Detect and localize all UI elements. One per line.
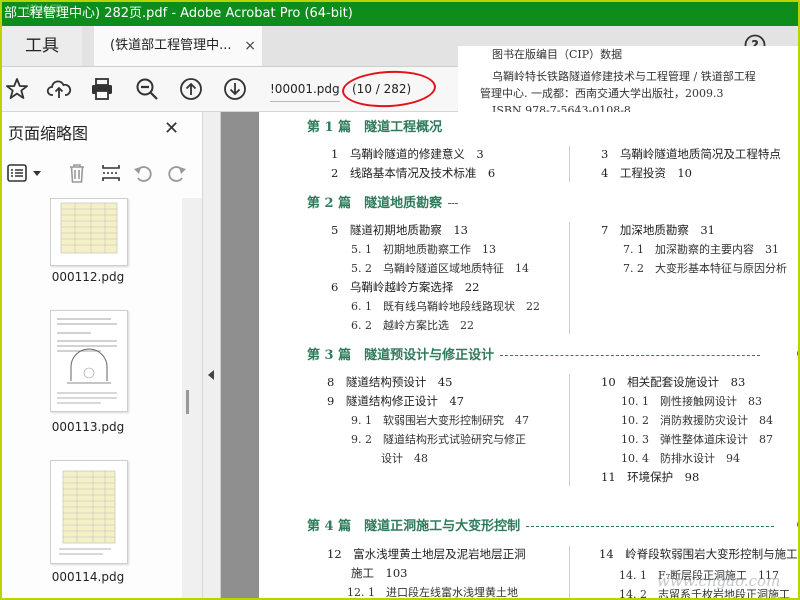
- toc-item[interactable]: 8 隧道结构预设计 45: [327, 374, 452, 390]
- toc-item[interactable]: 3 乌鞘岭隧道地质简况及工程特点: [601, 146, 781, 162]
- cloud-upload-icon[interactable]: [46, 76, 72, 102]
- toc-item[interactable]: 6. 1 既有线乌鞘岭地段线路现状 22: [351, 298, 540, 314]
- document-tab[interactable]: (铁道部工程管理中... ×: [94, 26, 262, 66]
- thumbnail-list: 000112.pdg 000113.pdg 000114.pdg: [2, 198, 182, 598]
- toc-item[interactable]: 10. 1 刚性接触网设计 83: [621, 393, 762, 409]
- thumbnail-scrollbar[interactable]: [182, 198, 202, 598]
- toc-item[interactable]: 10. 4 防排水设计 94: [621, 450, 740, 466]
- close-icon[interactable]: ×: [244, 26, 256, 66]
- column-divider: [569, 546, 570, 598]
- toc-item[interactable]: 6 乌鞘岭越岭方案选择 22: [331, 279, 479, 295]
- toc-item[interactable]: 9 隧道结构修正设计 47: [327, 393, 464, 409]
- highlight-ellipse: [341, 68, 437, 110]
- toc-item[interactable]: 9. 1 软弱围岩大变形控制研究 47: [351, 412, 529, 428]
- toc-item[interactable]: 9. 2 隧道结构形式试验研究与修正: [351, 431, 526, 447]
- toc-item[interactable]: 10. 3 弹性整体道床设计 87: [621, 431, 773, 447]
- panel-title: 页面缩略图: [8, 124, 89, 143]
- document-tab-label: (铁道部工程管理中...: [110, 38, 232, 53]
- toc-item[interactable]: 7. 1 加深勘察的主要内容 31: [623, 241, 779, 257]
- toc-item[interactable]: 6. 2 越岭方案比选 22: [351, 317, 474, 333]
- rotate-left-icon[interactable]: [132, 162, 154, 184]
- watermark-bottom: www.cngao.com: [657, 572, 781, 590]
- toc-item[interactable]: 5. 1 初期地质勘察工作 13: [351, 241, 496, 257]
- options-menu-icon[interactable]: [6, 162, 46, 184]
- app-window: 部工程管理中心) 282页.pdf - Adobe Acrobat Pro (6…: [0, 0, 800, 600]
- column-divider: [569, 374, 570, 486]
- cip-line1: 乌鞘岭特长铁路隧道修建技术与工程管理 / 铁道部工程: [492, 70, 756, 83]
- watermark-top: 道林网: [24, 3, 61, 17]
- page-name-field[interactable]: !00001.pdg: [270, 77, 340, 102]
- thumbnail-label: 000113.pdg: [51, 420, 125, 434]
- toc-item[interactable]: 10 相关配套设施设计 83: [601, 374, 745, 390]
- thumbnail-page-113[interactable]: [50, 310, 128, 412]
- title-bar: 部工程管理中心) 282页.pdf - Adobe Acrobat Pro (6…: [2, 2, 798, 26]
- column-divider: [569, 222, 570, 334]
- thumbnail-page-114[interactable]: [50, 460, 128, 564]
- toc-part-2: 第 2 篇 隧道地质勘察: [307, 192, 459, 211]
- page-down-icon[interactable]: [222, 76, 248, 102]
- toc-item[interactable]: 14 岭脊段软弱围岩大变形控制与施工: [599, 546, 798, 562]
- rotate-right-icon[interactable]: [166, 162, 188, 184]
- cip-line2: 管理中心. 一成都：西南交通大学出版社，2009.3: [480, 87, 724, 100]
- cip-title: 图书在版编目（CIP）数据: [492, 48, 623, 61]
- thumbnail-label: 000112.pdg: [51, 270, 125, 284]
- column-divider: [569, 146, 570, 182]
- scrollbar-thumb[interactable]: [186, 390, 189, 414]
- toc-item[interactable]: 12 富水浅埋黄土地层及泥岩地层正洞: [327, 546, 526, 562]
- close-icon[interactable]: ✕: [164, 118, 179, 139]
- document-gutter: [221, 112, 259, 598]
- toc-item[interactable]: 2 线路基本情况及技术标准 6: [331, 165, 495, 181]
- zoom-out-icon[interactable]: [134, 76, 160, 102]
- star-icon[interactable]: [4, 76, 30, 102]
- thumbnail-page-112[interactable]: [50, 198, 128, 266]
- toc-item[interactable]: 12. 1 进口段左线富水浅埋黄土地: [347, 584, 518, 598]
- toc-item[interactable]: 7. 2 大变形基本特征与原因分析: [623, 260, 787, 276]
- toc-item[interactable]: 7 加深地质勘察 31: [601, 222, 715, 238]
- document-page: 第 1 篇 隧道工程概况 1 乌鞘岭隧道的修建意义 3 2 线路基本情况及技术标…: [259, 112, 798, 598]
- tools-tab[interactable]: 工具: [2, 26, 82, 66]
- collapse-arrow-icon[interactable]: [208, 370, 214, 380]
- toc-part-3: 第 3 篇 隧道预设计与修正设计: [307, 344, 761, 363]
- thumbnail-toolbar: [2, 156, 202, 192]
- toc-item[interactable]: 1 乌鞘岭隧道的修建意义 3: [331, 146, 484, 162]
- toc-item[interactable]: 设计 48: [381, 450, 428, 466]
- trash-icon[interactable]: [66, 162, 88, 184]
- print-icon[interactable]: [89, 76, 115, 102]
- toc-item[interactable]: 11 环境保护 98: [601, 469, 699, 485]
- toc-item[interactable]: 5 隧道初期地质勘察 13: [331, 222, 468, 238]
- toc-item[interactable]: 4 工程投资 10: [601, 165, 692, 181]
- toc-item[interactable]: 5. 2 乌鞘岭隧道区域地质特征 14: [351, 260, 529, 276]
- toc-item[interactable]: 10. 2 消防救援防灾设计 84: [621, 412, 773, 428]
- page-up-icon[interactable]: [178, 76, 204, 102]
- panel-splitter[interactable]: [203, 112, 221, 598]
- insert-page-icon[interactable]: [100, 162, 122, 184]
- thumbnail-label: 000114.pdg: [51, 570, 125, 584]
- toc-part-1: 第 1 篇 隧道工程概况: [307, 120, 443, 135]
- toc-item[interactable]: 施工 103: [351, 565, 407, 581]
- toc-part-4: 第 4 篇 隧道正洞施工与大变形控制: [307, 515, 775, 534]
- thumbnail-panel: 页面缩略图 ✕ 000112.pdg 000113.pdg 000114.pdg: [2, 112, 203, 598]
